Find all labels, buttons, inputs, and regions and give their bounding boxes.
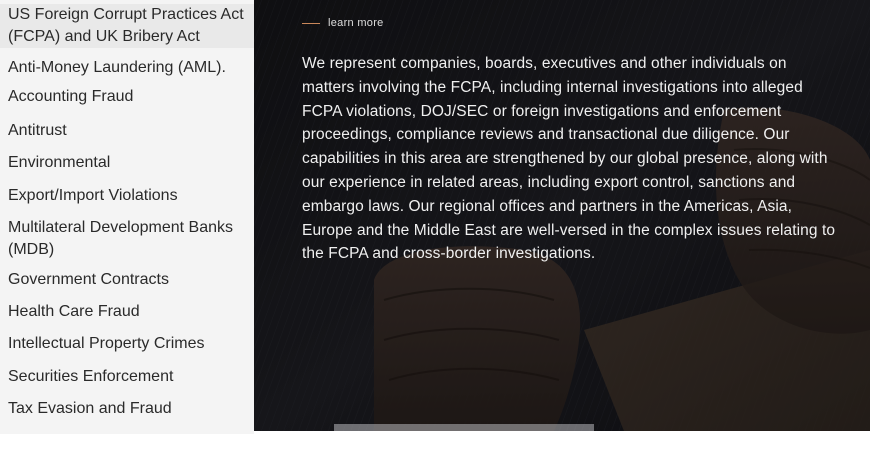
sidebar-item-antitrust[interactable]: Antitrust — [0, 120, 254, 142]
sidebar-item-mdb[interactable]: Multilateral Development Banks (MDB) — [0, 217, 254, 261]
hero-panel: learn more We represent companies, board… — [254, 0, 870, 431]
sidebar-item-accounting-fraud[interactable]: Accounting Fraud — [0, 86, 254, 108]
learn-more-link[interactable]: learn more — [302, 17, 384, 29]
sidebar-item-government-contracts[interactable]: Government Contracts — [0, 269, 254, 291]
sidebar-item-environmental[interactable]: Environmental — [0, 152, 254, 174]
sidebar-item-securities-enforcement[interactable]: Securities Enforcement — [0, 366, 254, 388]
sidebar-item-health-care-fraud[interactable]: Health Care Fraud — [0, 301, 254, 323]
sidebar-item-fcpa[interactable]: US Foreign Corrupt Practices Act (FCPA) … — [0, 4, 254, 48]
practice-description: We represent companies, boards, executiv… — [302, 55, 836, 263]
sidebar-item-tax-evasion[interactable]: Tax Evasion and Fraud — [0, 398, 254, 420]
sidebar-item-ip-crimes[interactable]: Intellectual Property Crimes — [0, 333, 254, 355]
practice-area-sidebar: US Foreign Corrupt Practices Act (FCPA) … — [0, 0, 254, 434]
learn-more-label: learn more — [328, 17, 384, 29]
accent-line — [302, 22, 320, 24]
sidebar-item-aml[interactable]: Anti-Money Laundering (AML). — [0, 57, 254, 79]
sidebar-item-export-import[interactable]: Export/Import Violations — [0, 185, 254, 207]
